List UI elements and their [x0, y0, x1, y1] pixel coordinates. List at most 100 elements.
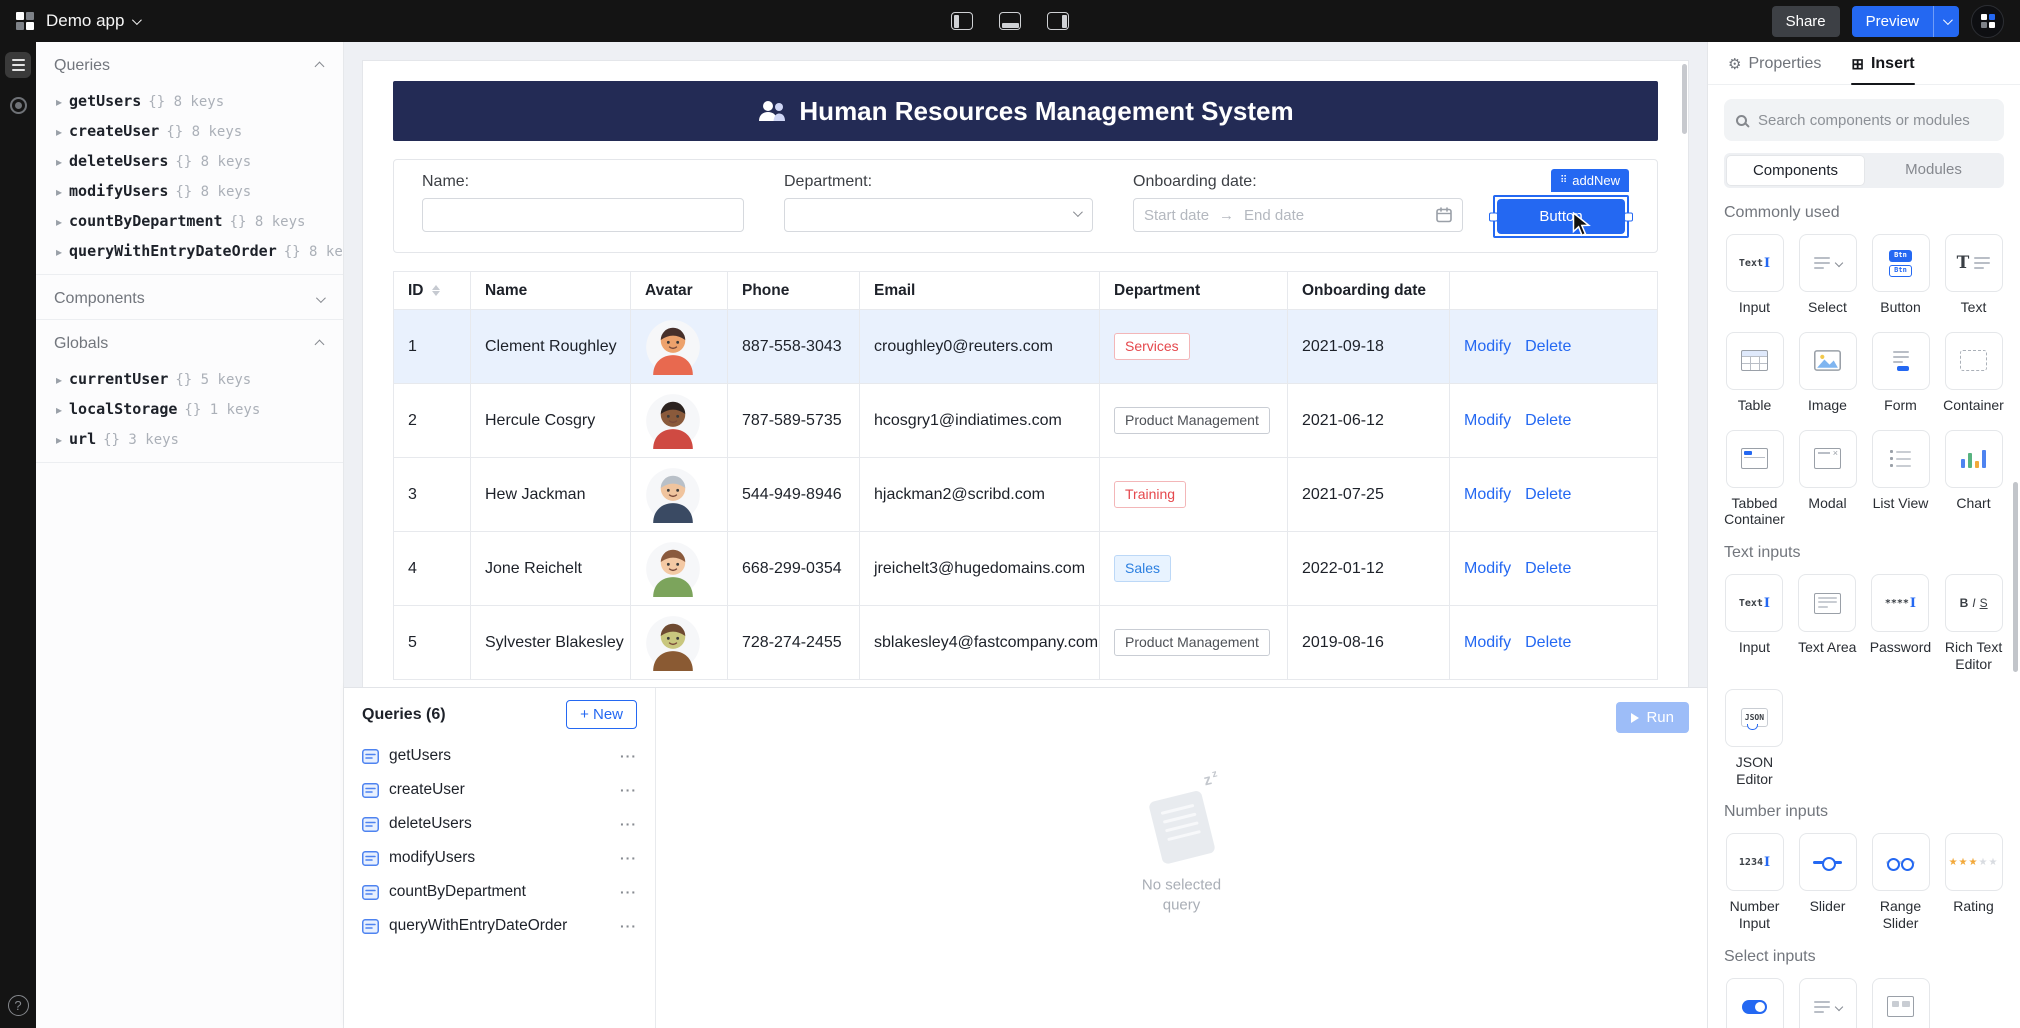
- section-header-globals[interactable]: Globals: [36, 320, 343, 364]
- component-tile-password[interactable]: ****I Password: [1870, 574, 1931, 673]
- app-logo-icon[interactable]: [16, 12, 34, 30]
- component-tile-multiselect[interactable]: [1870, 978, 1931, 1028]
- component-tile-container[interactable]: Container: [1943, 332, 2004, 414]
- search-input[interactable]: [1756, 111, 1992, 130]
- query-item-countbydepartment[interactable]: countByDepartment···: [344, 875, 655, 909]
- query-item-createuser[interactable]: createUser···: [344, 773, 655, 807]
- column-header-email[interactable]: Email: [860, 272, 1100, 310]
- share-button[interactable]: Share: [1772, 6, 1840, 37]
- tab-insert[interactable]: ⊞ Insert: [1851, 55, 1914, 84]
- query-item-modifyusers[interactable]: modifyUsers···: [344, 841, 655, 875]
- component-tile-form[interactable]: Form: [1870, 332, 1931, 414]
- component-tile-slider[interactable]: Slider: [1797, 833, 1858, 932]
- preview-dropdown[interactable]: [1933, 6, 1959, 37]
- delete-link[interactable]: Delete: [1525, 634, 1571, 651]
- table-row[interactable]: 1 Clement Roughley 887-558-3043 croughle…: [394, 310, 1658, 384]
- app-header-banner[interactable]: Human Resources Management System: [393, 81, 1658, 141]
- more-options-icon[interactable]: ···: [620, 782, 637, 798]
- component-tile-input[interactable]: TextI Input: [1724, 234, 1785, 316]
- department-select[interactable]: [784, 198, 1093, 232]
- component-tile-select[interactable]: Select: [1797, 234, 1858, 316]
- help-button[interactable]: ?: [8, 995, 29, 1016]
- more-options-icon[interactable]: ···: [620, 816, 637, 832]
- component-tile-button[interactable]: BtnBtn Button: [1870, 234, 1931, 316]
- account-avatar[interactable]: [1971, 5, 2004, 38]
- toggle-components[interactable]: Components: [1726, 155, 1865, 186]
- component-tile-list-view[interactable]: List View: [1870, 430, 1931, 529]
- delete-link[interactable]: Delete: [1525, 338, 1571, 355]
- modify-link[interactable]: Modify: [1464, 560, 1511, 577]
- component-tile-text[interactable]: T Text: [1943, 234, 2004, 316]
- new-query-button[interactable]: + New: [566, 700, 637, 729]
- preview-split-button[interactable]: Preview: [1852, 6, 1959, 37]
- tree-item-createuser[interactable]: ▸ createUser {} 8 keys: [36, 116, 343, 146]
- component-tile-range-slider[interactable]: Range Slider: [1870, 833, 1931, 932]
- tree-item-currentuser[interactable]: ▸ currentUser {} 5 keys: [36, 364, 343, 394]
- delete-link[interactable]: Delete: [1525, 486, 1571, 503]
- column-header-onboarding-date[interactable]: Onboarding date: [1288, 272, 1450, 310]
- component-tile-select2[interactable]: [1797, 978, 1858, 1028]
- table-row[interactable]: 3 Hew Jackman 544-949-8946 hjackman2@scr…: [394, 458, 1658, 532]
- inspect-icon[interactable]: [5, 92, 31, 118]
- component-tile-number-input[interactable]: 1234I Number Input: [1724, 833, 1785, 932]
- modify-link[interactable]: Modify: [1464, 338, 1511, 355]
- table-row[interactable]: 4 Jone Reichelt 668-299-0354 jreichelt3@…: [394, 532, 1658, 606]
- query-item-getusers[interactable]: getUsers···: [344, 739, 655, 773]
- component-tile-image[interactable]: Image: [1797, 332, 1858, 414]
- component-tile-modal[interactable]: Modal: [1797, 430, 1858, 529]
- component-tile-json-editor[interactable]: JSON JSON Editor: [1724, 689, 1785, 788]
- data-workspace-icon[interactable]: [5, 52, 31, 78]
- component-search[interactable]: [1724, 99, 2004, 141]
- query-item-deleteusers[interactable]: deleteUsers···: [344, 807, 655, 841]
- query-item-querywithentrydateorder[interactable]: queryWithEntryDateOrder···: [344, 909, 655, 943]
- modify-link[interactable]: Modify: [1464, 634, 1511, 651]
- canvas-scrollbar[interactable]: [1682, 64, 1687, 134]
- delete-link[interactable]: Delete: [1525, 412, 1571, 429]
- more-options-icon[interactable]: ···: [620, 918, 637, 934]
- component-tile-switch[interactable]: [1724, 978, 1785, 1028]
- section-header-queries[interactable]: Queries: [36, 42, 343, 86]
- column-header-id[interactable]: ID: [394, 272, 471, 310]
- resize-handle-left[interactable]: [1489, 212, 1498, 221]
- name-input[interactable]: [422, 198, 744, 232]
- preview-button[interactable]: Preview: [1852, 6, 1933, 37]
- tree-item-localstorage[interactable]: ▸ localStorage {} 1 keys: [36, 394, 343, 424]
- section-header-components[interactable]: Components: [36, 275, 343, 319]
- more-options-icon[interactable]: ···: [620, 884, 637, 900]
- run-query-button[interactable]: Run: [1616, 702, 1689, 733]
- app-name-menu[interactable]: Demo app: [46, 11, 139, 31]
- tab-properties[interactable]: ⚙ Properties: [1728, 55, 1821, 84]
- column-header-item[interactable]: [1450, 272, 1658, 310]
- panel-scrollbar[interactable]: [2013, 482, 2018, 672]
- toggle-bottom-panel-icon[interactable]: [999, 12, 1021, 30]
- component-name-tag[interactable]: ⠿ addNew: [1551, 169, 1629, 192]
- component-tile-rating[interactable]: ★★★★★ Rating: [1943, 833, 2004, 932]
- more-options-icon[interactable]: ···: [620, 748, 637, 764]
- tree-item-url[interactable]: ▸ url {} 3 keys: [36, 424, 343, 454]
- tree-item-countbydepartment[interactable]: ▸ countByDepartment {} 8 keys: [36, 206, 343, 236]
- table-row[interactable]: 2 Hercule Cosgry 787-589-5735 hcosgry1@i…: [394, 384, 1658, 458]
- add-new-button[interactable]: Button: [1497, 199, 1625, 234]
- canvas-area[interactable]: Human Resources Management System Name: …: [344, 42, 1707, 687]
- component-tile-input[interactable]: TextI Input: [1724, 574, 1785, 673]
- sort-icon[interactable]: [432, 285, 440, 296]
- toggle-left-panel-icon[interactable]: [951, 12, 973, 30]
- component-tile-rich-text-editor[interactable]: BIS Rich Text Editor: [1943, 574, 2004, 673]
- delete-link[interactable]: Delete: [1525, 560, 1571, 577]
- tree-item-getusers[interactable]: ▸ getUsers {} 8 keys: [36, 86, 343, 116]
- modify-link[interactable]: Modify: [1464, 486, 1511, 503]
- table-row[interactable]: 5 Sylvester Blakesley 728-274-2455 sblak…: [394, 606, 1658, 680]
- modify-link[interactable]: Modify: [1464, 412, 1511, 429]
- component-tile-text-area[interactable]: Text Area: [1797, 574, 1858, 673]
- component-tile-chart[interactable]: Chart: [1943, 430, 2004, 529]
- column-header-avatar[interactable]: Avatar: [631, 272, 728, 310]
- tree-item-modifyusers[interactable]: ▸ modifyUsers {} 8 keys: [36, 176, 343, 206]
- tree-item-querywithentrydateorder[interactable]: ▸ queryWithEntryDateOrder {} 8 keys: [36, 236, 343, 266]
- column-header-department[interactable]: Department: [1100, 272, 1288, 310]
- date-range-picker[interactable]: Start date → End date: [1133, 198, 1463, 232]
- tree-item-deleteusers[interactable]: ▸ deleteUsers {} 8 keys: [36, 146, 343, 176]
- column-header-name[interactable]: Name: [471, 272, 631, 310]
- toggle-modules[interactable]: Modules: [1865, 155, 2002, 186]
- more-options-icon[interactable]: ···: [620, 850, 637, 866]
- app-canvas[interactable]: Human Resources Management System Name: …: [362, 60, 1689, 687]
